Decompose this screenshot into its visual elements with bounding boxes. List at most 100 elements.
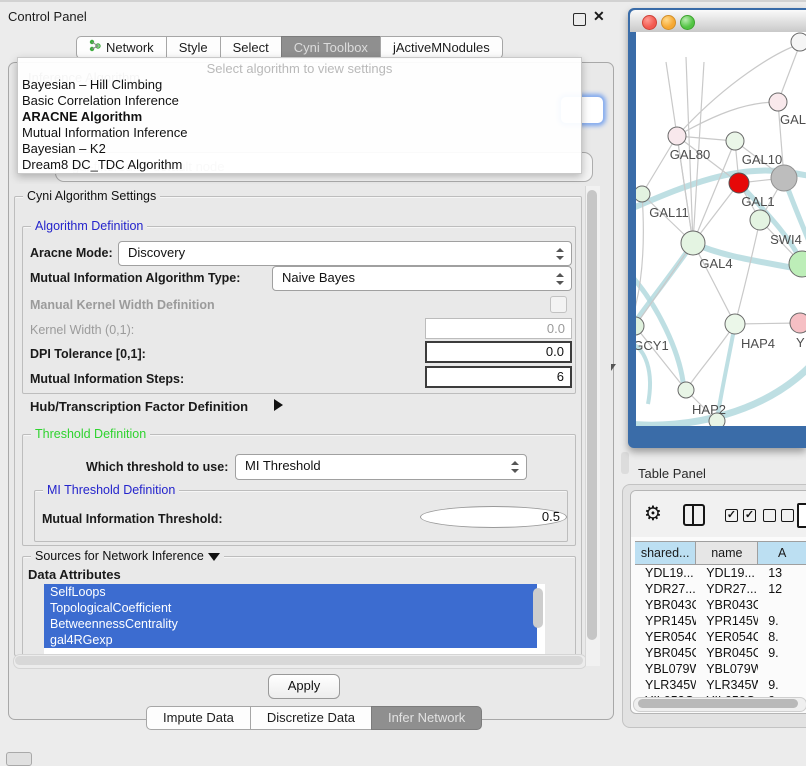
corner-widget[interactable]	[6, 752, 32, 766]
algorithm-dropdown-list: Bayesian – Hill ClimbingBasic Correlatio…	[21, 77, 578, 173]
tab-select[interactable]: Select	[220, 36, 282, 59]
hub-section-label[interactable]: Hub/Transcription Factor Definition	[30, 399, 248, 414]
tab-network[interactable]: Network	[76, 36, 167, 59]
sources-title: Sources for Network Inference	[31, 549, 224, 563]
network-canvas[interactable]: GALGAL80GAL10GAL1GAL11SWI4GAL4GCY1HAP4YH…	[636, 32, 806, 426]
table-row[interactable]: YDR27...YDR27...12	[635, 581, 806, 597]
column-header[interactable]: shared...	[635, 542, 696, 564]
network-node-hap4[interactable]	[725, 314, 745, 334]
dropdown-hint: Select algorithm to view settings	[18, 61, 581, 76]
network-node-gal4[interactable]	[681, 231, 705, 255]
table-row[interactable]: YPR145WYPR145W9.	[635, 613, 806, 629]
vscrollbar-thumb[interactable]	[587, 190, 597, 640]
algorithm-option[interactable]: ARACNE Algorithm	[21, 109, 578, 125]
network-node[interactable]	[771, 165, 797, 191]
network-window-titlebar[interactable]	[630, 10, 806, 32]
document-icon[interactable]	[797, 503, 806, 528]
network-node-gal[interactable]	[769, 93, 787, 111]
table-header-row: shared...nameA	[635, 541, 806, 565]
settings-hscrollbar[interactable]	[13, 654, 587, 669]
deselect-checkbox-icon[interactable]	[781, 509, 794, 522]
network-node-gal11[interactable]	[636, 186, 650, 202]
mi-threshold-title: MI Threshold Definition	[43, 483, 179, 497]
list-scrollbar-thumb[interactable]	[533, 588, 543, 628]
manual-kernel-label: Manual Kernel Width Definition	[30, 298, 215, 312]
attribute-item[interactable]: SelfLoops	[44, 584, 537, 600]
kernel-width-field[interactable]: 0.0	[425, 318, 572, 339]
manual-kernel-checkbox[interactable]	[550, 296, 567, 313]
network-node[interactable]	[789, 251, 806, 277]
close-window-icon[interactable]	[642, 15, 657, 30]
table-cell: YPR145W	[696, 613, 758, 629]
table-body: YDL19...YDL19...13YDR27...YDR27...12YBR0…	[635, 565, 806, 709]
table-cell: YBR043C	[635, 597, 696, 613]
network-node-hap2[interactable]	[678, 382, 694, 398]
algorithm-option[interactable]: Basic Correlation Inference	[21, 93, 578, 109]
table-cell: YLR345W	[635, 677, 696, 693]
which-threshold-value: MI Threshold	[245, 458, 321, 473]
dpi-tolerance-field[interactable]: 0.0	[425, 341, 572, 363]
network-node-gal10[interactable]	[726, 132, 744, 150]
node-table: shared...nameA YDL19...YDL19...13YDR27..…	[635, 541, 806, 709]
network-node-gal1[interactable]	[729, 173, 749, 193]
table-hscrollbar-thumb[interactable]	[638, 699, 798, 708]
hscrollbar-thumb[interactable]	[15, 656, 583, 665]
algorithm-option[interactable]: Bayesian – K2	[21, 141, 578, 157]
tab-style[interactable]: Style	[166, 36, 221, 59]
tab-infer-network[interactable]: Infer Network	[371, 706, 482, 730]
pane-divider-handle[interactable]	[621, 452, 629, 474]
column-header[interactable]: A	[758, 542, 806, 564]
close-icon[interactable]: ✕	[593, 8, 605, 25]
table-row[interactable]: YLR345WYLR345W9.	[635, 677, 806, 693]
mi-threshold-label: Mutual Information Threshold:	[42, 512, 223, 526]
mi-type-combo[interactable]: Naive Bayes	[272, 266, 572, 291]
minimize-window-icon[interactable]	[661, 15, 676, 30]
attribute-item[interactable]: gal4RGexp	[44, 632, 537, 648]
split-view-icon[interactable]	[683, 504, 705, 526]
mi-threshold-field[interactable]: 0.5	[420, 506, 567, 528]
network-node-y[interactable]	[790, 313, 806, 333]
expand-arrow-icon[interactable]	[274, 399, 283, 411]
attribute-item[interactable]: BetweennessCentrality	[44, 616, 537, 632]
float-panel-icon[interactable]	[573, 13, 586, 26]
network-window: GALGAL80GAL10GAL1GAL11SWI4GAL4GCY1HAP4YH…	[628, 8, 806, 448]
table-cell: YBR045C	[696, 645, 758, 661]
select-all-checkbox-icon[interactable]: ✓	[743, 509, 756, 522]
network-node-gal80[interactable]	[668, 127, 686, 145]
data-attributes-list[interactable]: SelfLoopsTopologicalCoefficientBetweenne…	[44, 584, 545, 654]
algorithm-option[interactable]: Bayesian – Hill Climbing	[21, 77, 578, 93]
deselect-checkbox-icon[interactable]	[763, 509, 776, 522]
tab-cyni-toolbox[interactable]: Cyni Toolbox	[281, 36, 381, 59]
tab-discretize-data[interactable]: Discretize Data	[250, 706, 372, 730]
algorithm-option[interactable]: Mutual Information Inference	[21, 125, 578, 141]
network-node[interactable]	[791, 33, 806, 51]
mi-steps-field[interactable]: 6	[425, 366, 572, 388]
collapse-arrow-icon[interactable]	[208, 553, 220, 561]
column-header[interactable]: name	[696, 542, 758, 564]
table-row[interactable]: YBL079WYBL079W	[635, 661, 806, 677]
cyni-settings-title: Cyni Algorithm Settings	[23, 189, 160, 203]
which-threshold-combo[interactable]: MI Threshold	[235, 454, 527, 480]
table-row[interactable]: YER054CYER054C8.	[635, 629, 806, 645]
table-cell: YER054C	[635, 629, 696, 645]
network-node-swi4[interactable]	[750, 210, 770, 230]
table-row[interactable]: YDL19...YDL19...13	[635, 565, 806, 581]
table-cell: 9.	[758, 645, 806, 661]
gear-icon[interactable]: ⚙	[644, 501, 662, 526]
network-node-gcy1[interactable]	[636, 317, 644, 335]
tab-impute-data[interactable]: Impute Data	[146, 706, 251, 730]
algorithm-option[interactable]: Dream8 DC_TDC Algorithm	[21, 157, 578, 173]
apply-button[interactable]: Apply	[268, 674, 340, 699]
tab-jactivemnodules[interactable]: jActiveMNodules	[380, 36, 503, 59]
table-row[interactable]: YBR043CYBR043C	[635, 597, 806, 613]
select-all-checkbox-icon[interactable]: ✓	[725, 509, 738, 522]
attribute-item[interactable]: TopologicalCoefficient	[44, 600, 537, 616]
tab-label: Style	[179, 37, 208, 58]
table-panel-title: Table Panel	[638, 466, 706, 481]
zoom-window-icon[interactable]	[680, 15, 695, 30]
mouse-cursor-icon	[611, 364, 616, 371]
table-hscrollbar[interactable]	[633, 697, 806, 712]
aracne-mode-combo[interactable]: Discovery	[118, 241, 572, 266]
mi-steps-label: Mutual Information Steps:	[30, 372, 184, 386]
table-row[interactable]: YBR045CYBR045C9.	[635, 645, 806, 661]
